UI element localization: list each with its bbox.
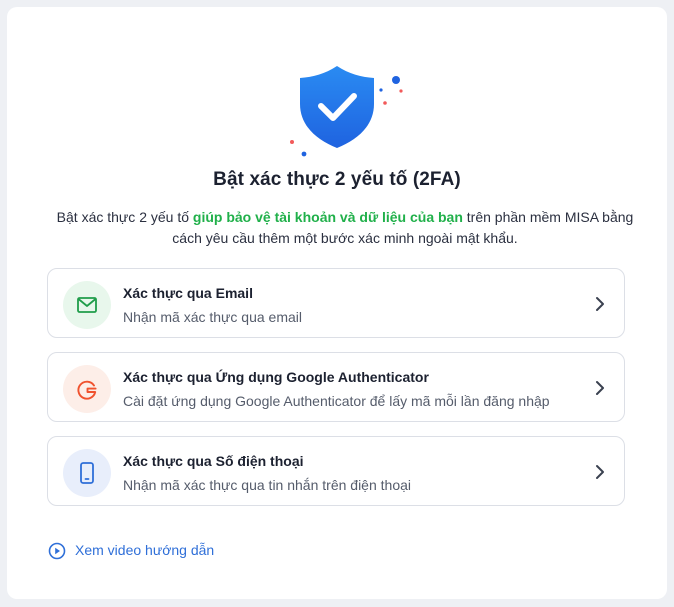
option-subtitle: Nhận mã xác thực qua tin nhắn trên điện … [123,477,411,493]
mail-icon [63,281,111,329]
chevron-right-icon [596,381,604,395]
option-phone[interactable]: Xác thực qua Số điện thoại Nhận mã xác t… [47,436,625,506]
chevron-right-icon [596,465,604,479]
description: Bật xác thực 2 yếu tố giúp bảo vệ tài kh… [55,207,635,249]
phone-icon [63,449,111,497]
google-icon [63,365,111,413]
description-highlight: giúp bảo vệ tài khoản và dữ liệu của bạn [192,209,463,225]
option-email[interactable]: Xác thực qua Email Nhận mã xác thực qua … [47,268,625,338]
watch-video-label: Xem video hướng dẫn [75,542,215,558]
play-circle-icon [48,542,66,560]
option-title: Xác thực qua Ứng dụng Google Authenticat… [123,369,429,385]
option-title: Xác thực qua Email [123,285,253,301]
option-title: Xác thực qua Số điện thoại [123,453,304,469]
shield-illustration [7,62,667,162]
option-google-authenticator[interactable]: Xác thực qua Ứng dụng Google Authenticat… [47,352,625,422]
two-factor-card: Bật xác thực 2 yếu tố (2FA) Bật xác thực… [7,7,667,599]
description-text-1: Bật xác thực 2 yếu tố [56,209,193,225]
option-subtitle: Nhận mã xác thực qua email [123,309,303,325]
option-subtitle: Cài đặt ứng dụng Google Authenticator để… [123,393,550,409]
page-title: Bật xác thực 2 yếu tố (2FA) [213,169,461,190]
shield-icon [300,66,374,148]
chevron-right-icon [596,297,604,311]
